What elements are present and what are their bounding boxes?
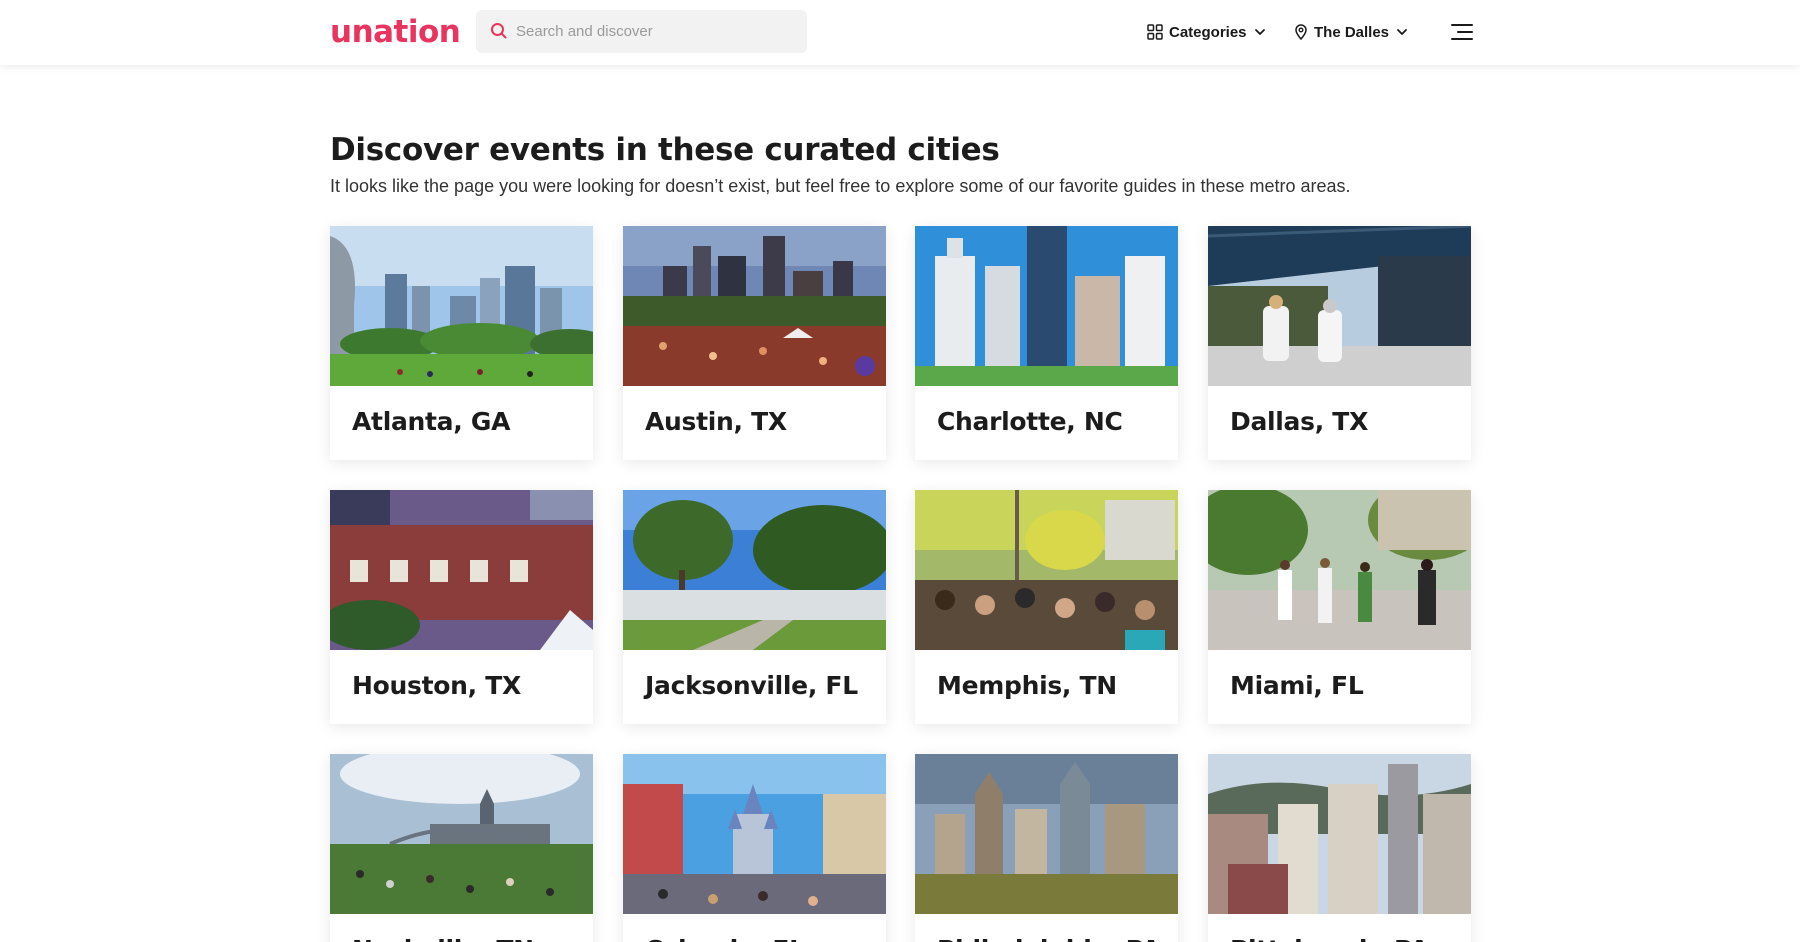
location-dropdown[interactable]: The Dalles <box>1294 20 1409 44</box>
city-image <box>330 490 593 650</box>
search-input[interactable] <box>516 10 796 53</box>
city-image <box>623 490 886 650</box>
city-image <box>330 754 593 914</box>
city-name: Philadelphia, PA <box>937 935 1161 942</box>
city-card[interactable]: Philadelphia, PA <box>915 754 1178 942</box>
city-image <box>1208 490 1471 650</box>
page-title: Discover events in these curated cities <box>330 132 1000 168</box>
search-bar[interactable] <box>476 10 807 53</box>
city-image <box>623 226 886 386</box>
city-card[interactable]: Nashville, TN <box>330 754 593 942</box>
city-card[interactable]: Orlando, FL <box>623 754 886 942</box>
page-subtitle: It looks like the page you were looking … <box>330 176 1351 196</box>
city-name: Jacksonville, FL <box>645 671 858 700</box>
menu-icon[interactable] <box>1450 22 1474 42</box>
city-card[interactable]: Memphis, TN <box>915 490 1178 724</box>
city-image <box>330 226 593 386</box>
city-name: Houston, TX <box>352 671 521 700</box>
city-name: Atlanta, GA <box>352 407 511 436</box>
city-card[interactable]: Dallas, TX <box>1208 226 1471 460</box>
city-card[interactable]: Charlotte, NC <box>915 226 1178 460</box>
city-card[interactable]: Atlanta, GA <box>330 226 593 460</box>
city-name: Orlando, FL <box>645 935 805 942</box>
city-name: Pittsburgh, PA <box>1230 935 1429 942</box>
unation-logo[interactable]: unation <box>330 14 461 50</box>
location-label: The Dalles <box>1314 23 1390 41</box>
city-card[interactable]: Houston, TX <box>330 490 593 724</box>
categories-label: Categories <box>1169 23 1247 41</box>
chevron-down-icon <box>1253 25 1267 39</box>
categories-dropdown[interactable]: Categories <box>1147 20 1267 44</box>
city-name: Nashville, TN <box>352 935 534 942</box>
city-image <box>1208 226 1471 386</box>
city-image <box>915 754 1178 914</box>
search-icon <box>490 22 508 40</box>
grid-icon <box>1147 24 1163 40</box>
city-image <box>915 226 1178 386</box>
city-name: Dallas, TX <box>1230 407 1369 436</box>
city-name: Charlotte, NC <box>937 407 1123 436</box>
city-image <box>623 754 886 914</box>
city-image <box>915 490 1178 650</box>
city-name: Memphis, TN <box>937 671 1117 700</box>
top-header: unation Categories <box>0 0 1800 65</box>
chevron-down-icon <box>1395 25 1409 39</box>
city-name: Miami, FL <box>1230 671 1364 700</box>
city-name: Austin, TX <box>645 407 787 436</box>
city-card[interactable]: Austin, TX <box>623 226 886 460</box>
map-pin-icon <box>1294 24 1308 40</box>
city-image <box>1208 754 1471 914</box>
city-card[interactable]: Pittsburgh, PA <box>1208 754 1471 942</box>
city-card[interactable]: Jacksonville, FL <box>623 490 886 724</box>
city-card[interactable]: Miami, FL <box>1208 490 1471 724</box>
